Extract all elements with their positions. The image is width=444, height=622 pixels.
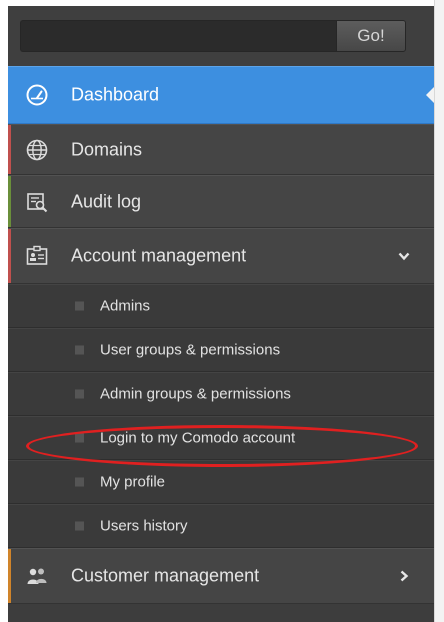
nav-label-account-management: Account management [71,245,247,266]
nav-item-account-management[interactable]: Account management [8,228,434,284]
customer-accent-bar [8,549,11,603]
content-pane-edge [434,0,444,622]
bullet-square [75,433,84,443]
id-card-icon [26,245,48,265]
globe-icon [26,139,48,160]
submenu-item-admin-groups[interactable]: Admin groups & permissions [8,372,434,416]
submenu-item-my-profile[interactable]: My profile [8,460,434,504]
document-search-icon [27,192,48,212]
chevron-right-icon[interactable] [398,570,410,582]
audit-accent-bar [8,176,11,227]
nav-item-dashboard[interactable]: Dashboard [8,66,434,124]
sidebar-menu: Go! Dashboard Domains Audit log Account … [8,6,434,622]
nav-item-customer-management[interactable]: Customer management [8,548,434,604]
nav-label-audit-log: Audit log [71,191,142,211]
chevron-down-icon[interactable] [398,250,410,262]
search-area: Go! [8,6,434,66]
bullet-square [75,345,84,355]
bullet-square [75,389,84,399]
nav-label-customer-management: Customer management [71,565,260,586]
submenu-item-login-comodo[interactable]: Login to my Comodo account [8,416,434,460]
nav-item-audit-log[interactable]: Audit log [8,175,434,228]
nav-label-dashboard: Dashboard [71,84,160,105]
account-accent-bar [8,229,11,283]
nav-item-domains[interactable]: Domains [8,124,434,175]
submenu-item-admins[interactable]: Admins [8,284,434,328]
submenu-label: User groups & permissions [100,341,281,359]
submenu-label: Login to my Comodo account [100,429,296,447]
domains-accent-bar [8,125,11,174]
search-input[interactable] [20,20,338,52]
submenu-label: Users history [100,517,188,535]
go-button[interactable]: Go! [336,20,406,52]
bullet-square [75,301,84,311]
bullet-square [75,521,84,531]
users-icon [27,568,47,584]
submenu-label: Admins [100,297,151,315]
bullet-square [75,477,84,487]
submenu-label: Admin groups & permissions [100,385,291,403]
submenu-label: My profile [100,473,166,491]
submenu-item-users-history[interactable]: Users history [8,504,434,548]
speedometer-icon [26,84,48,106]
submenu-item-user-groups[interactable]: User groups & permissions [8,328,434,372]
nav-label-domains: Domains [71,139,143,159]
